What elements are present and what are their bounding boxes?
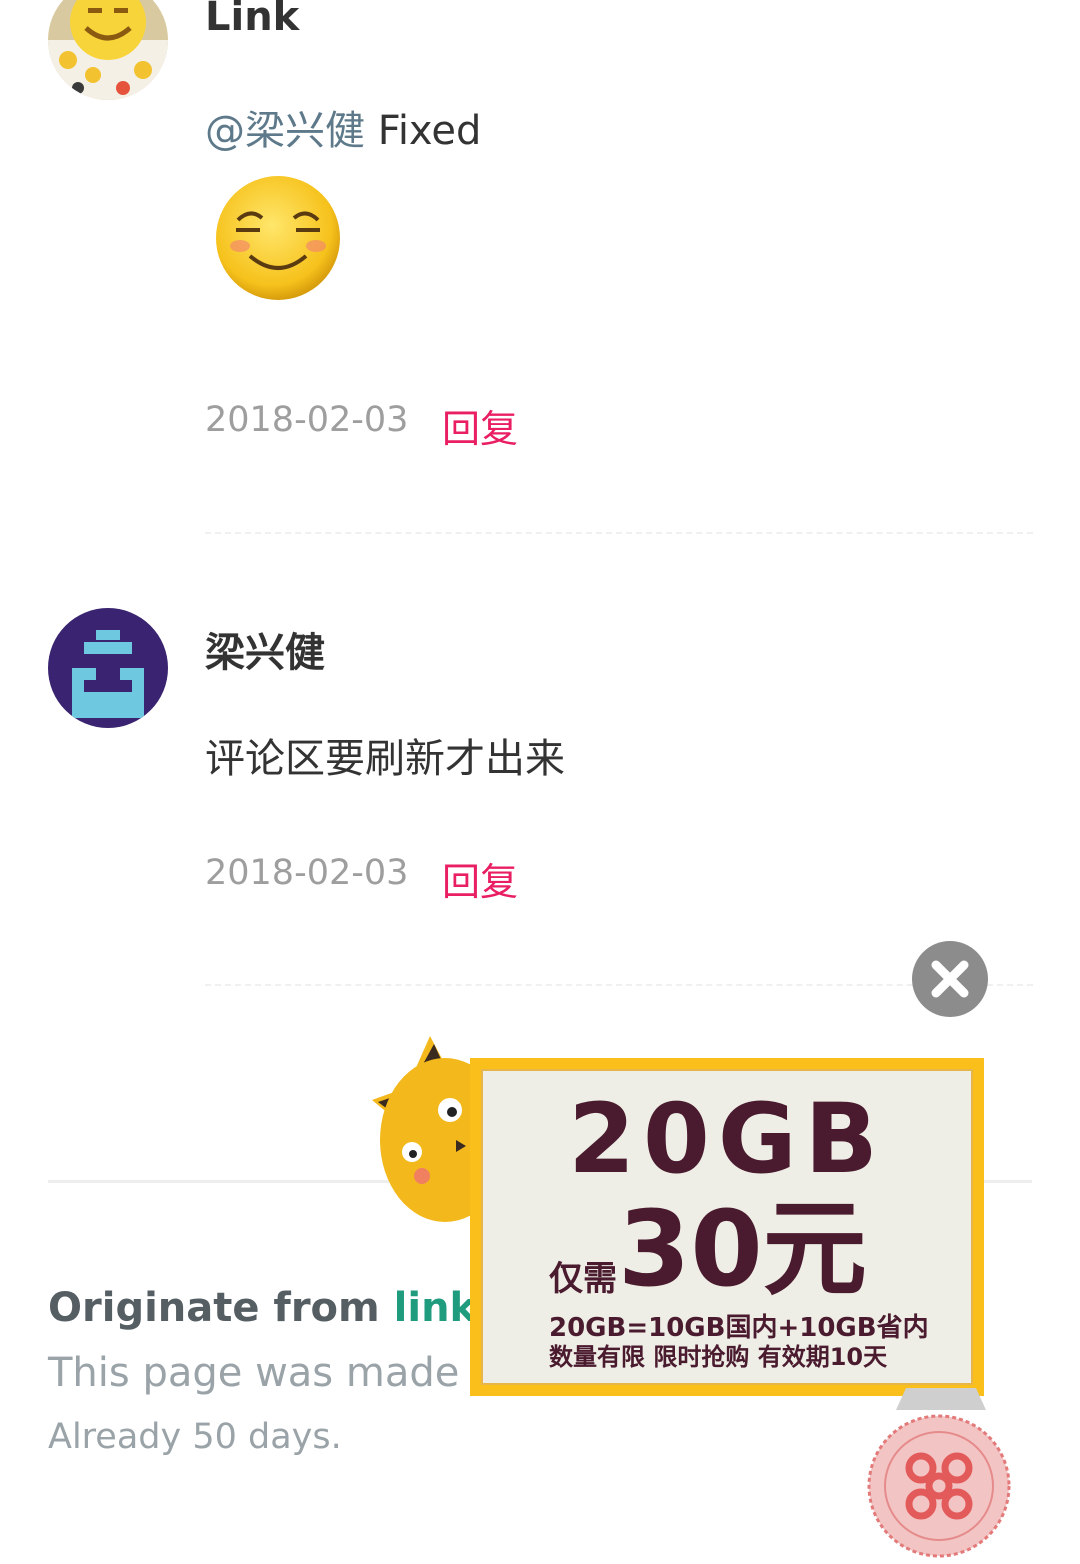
mention-link[interactable]: @梁兴健 bbox=[205, 108, 365, 154]
footer-originate-prefix: Originate from bbox=[48, 1285, 394, 1331]
unicom-seal-icon bbox=[867, 1388, 1011, 1558]
comment-divider bbox=[205, 532, 1033, 534]
smiley-collage-avatar-icon bbox=[48, 0, 168, 100]
comment-author[interactable]: 梁兴健 bbox=[205, 620, 325, 678]
comment-date: 2018-02-03 bbox=[205, 400, 409, 440]
comment-text: 评论区要刷新才出来 bbox=[205, 736, 565, 782]
footer-days: Already 50 days. bbox=[48, 1417, 342, 1457]
reply-button[interactable]: 回复 bbox=[442, 398, 518, 453]
ad-banner-inner: 20GB 仅需 30元 20GB=10GB国内+10GB省内 数量有限 限时抢购… bbox=[481, 1069, 973, 1385]
avatar[interactable] bbox=[48, 608, 168, 728]
ad-price-lead: 仅需 bbox=[549, 1259, 617, 1299]
comment-author[interactable]: Link bbox=[205, 0, 299, 40]
ad-detail-2: 数量有限 限时抢购 有效期10天 bbox=[549, 1343, 888, 1371]
avatar[interactable] bbox=[48, 0, 168, 100]
grinning-smiley-sticker-icon bbox=[216, 176, 340, 300]
footer-link[interactable]: link bbox=[394, 1285, 477, 1331]
comment-date: 2018-02-03 bbox=[205, 853, 409, 893]
close-icon bbox=[931, 960, 969, 998]
ad-price: 30元 bbox=[618, 1188, 867, 1310]
reply-button[interactable]: 回复 bbox=[442, 851, 518, 906]
footer-originate: Originate from link. bbox=[48, 1285, 491, 1331]
ad-banner[interactable]: 20GB 仅需 30元 20GB=10GB国内+10GB省内 数量有限 限时抢购… bbox=[470, 1058, 984, 1396]
ad-headline: 20GB bbox=[568, 1083, 886, 1195]
close-ad-button[interactable] bbox=[912, 941, 988, 1017]
footer-made-by: This page was made b bbox=[48, 1350, 498, 1396]
comment-body: Fixed bbox=[365, 108, 482, 154]
page: Link @梁兴健 Fixed 2018-02-03 回复 梁兴健 评论区要刷新… bbox=[0, 0, 1080, 1564]
comment-text: @梁兴健 Fixed bbox=[205, 98, 481, 156]
pixel-identicon-avatar-icon bbox=[48, 608, 168, 728]
comment-divider bbox=[205, 984, 1033, 986]
